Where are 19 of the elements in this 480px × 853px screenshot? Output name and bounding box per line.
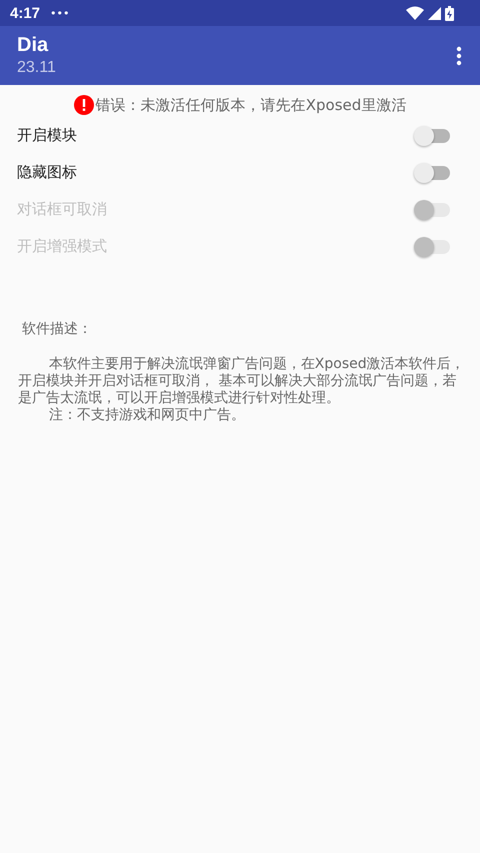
description-heading: 软件描述： xyxy=(22,320,93,338)
error-icon xyxy=(74,95,94,115)
notification-dots: ••• xyxy=(50,6,70,20)
setting-label: 隐藏图标 xyxy=(17,163,77,182)
battery-icon xyxy=(445,6,454,20)
toggle-switch[interactable] xyxy=(416,166,450,180)
status-time: 4:17 xyxy=(10,4,40,22)
app-title: Dia xyxy=(17,34,50,57)
error-message: 错误：未激活任何版本，请先在Xposed里激活 xyxy=(96,96,406,114)
description-paragraph: 注：不支持游戏和网页中广告。 xyxy=(48,407,246,424)
setting-label: 开启模块 xyxy=(17,126,77,145)
description-paragraph: 本软件主要用于解决流氓弹窗广告问题，在Xposed激活本软件后，开启模块并开启对话框可取消， 基本可以解决大部分流氓广告问题，若是广告太流氓，可以开启增强模式进行针对性处理。 xyxy=(18,356,466,407)
app-version: 23.11 xyxy=(17,59,56,77)
toggle-switch[interactable] xyxy=(416,128,450,142)
setting-label: 对话框可取消 xyxy=(17,200,107,219)
setting-label: 开启增强模式 xyxy=(17,237,107,256)
signal-icon xyxy=(428,6,441,20)
wifi-icon xyxy=(406,6,424,20)
more-icon xyxy=(456,46,462,66)
